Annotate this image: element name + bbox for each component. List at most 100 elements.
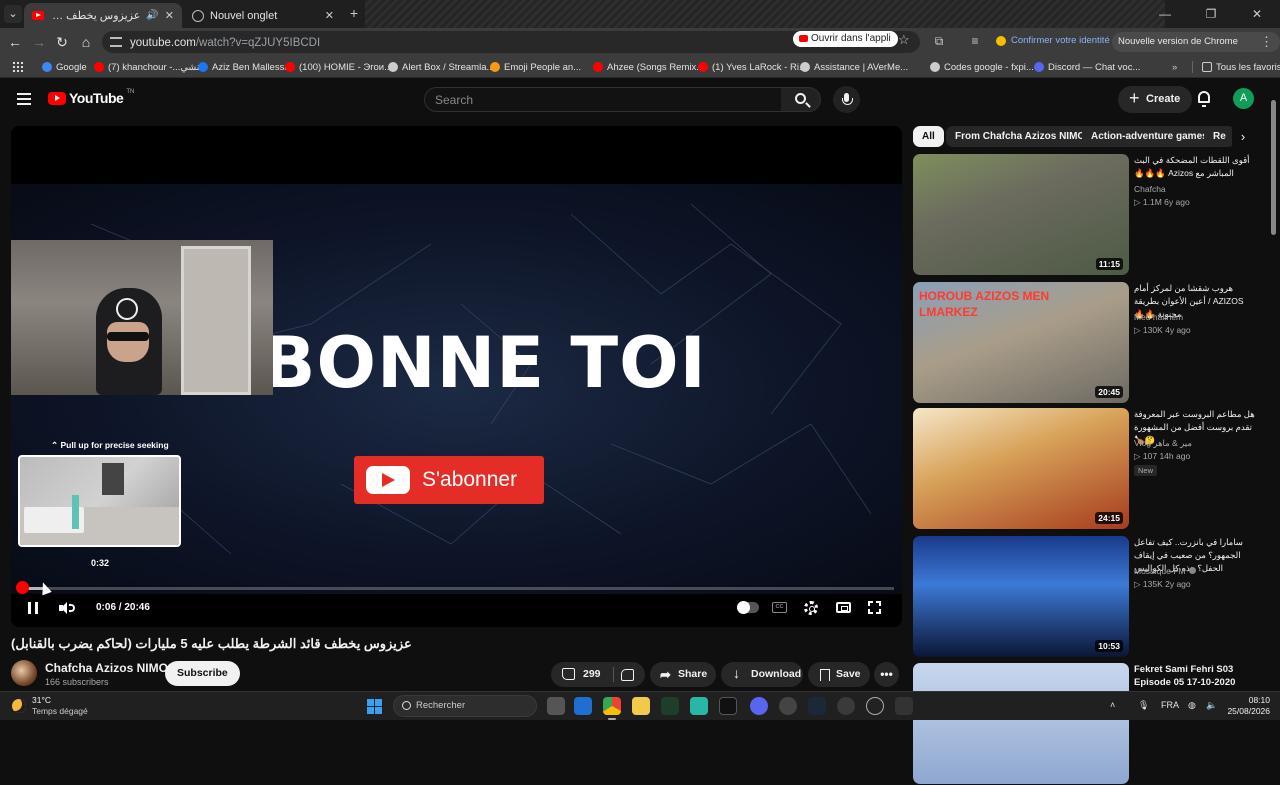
microphone-tray-icon[interactable]: 🎙 [1138,700,1149,711]
scrollbar-thumb[interactable] [1271,100,1276,235]
search-button[interactable] [781,87,821,112]
open-in-app-button[interactable]: Ouvrir dans l'appli [793,31,898,47]
bookmark-item[interactable]: Google [42,60,87,74]
search-input[interactable] [435,88,781,111]
theater-mode-icon[interactable] [836,602,851,613]
maximize-button[interactable]: ❐ [1188,0,1234,28]
captions-icon[interactable]: CC [772,602,787,613]
volume-icon[interactable] [59,602,75,614]
create-button[interactable]: Create [1118,85,1193,113]
media-player-icon[interactable] [866,697,884,715]
chip-from-channel[interactable]: From Chafcha Azizos NIMO [946,126,1095,147]
site-info-icon[interactable] [110,37,122,47]
settings-gear-icon[interactable] [804,601,818,615]
new-chrome-version-button[interactable]: Nouvelle version de Chrome disponible [1112,32,1280,67]
share-button[interactable]: Share [650,662,716,687]
voice-search-icon[interactable] [833,86,860,113]
recommendation-channel[interactable]: Chafcha [1134,184,1166,194]
progress-bar[interactable] [22,587,894,590]
bookmark-item[interactable]: (1) Yves LaRock - Ri... [698,60,807,74]
tray-chevron-icon[interactable]: ˄ [1110,700,1115,710]
discord-icon[interactable] [750,697,768,715]
close-window-button[interactable]: ✕ [1234,0,1280,28]
channel-name[interactable]: Chafcha Azizos NIMO [45,661,168,675]
more-actions-button[interactable]: ••• [874,662,899,687]
recommendation-item[interactable]: 10:53 سامارا في بانزرت.. كيف تفاعل الجمهو… [913,536,1273,658]
app-icon-screen[interactable] [895,697,913,715]
recommendation-thumbnail[interactable] [913,154,1129,275]
recommendation-thumbnail[interactable] [913,536,1129,657]
all-bookmarks-button[interactable]: Tous les favoris [1202,60,1280,74]
task-view-icon[interactable] [547,697,565,715]
steam-icon[interactable] [808,697,826,715]
recommendation-item[interactable]: HOROUB AZIZOS MEN LMARKEZ 20:45 هروب شقشا … [913,282,1273,404]
save-button[interactable]: Save [808,662,870,687]
chrome-icon[interactable] [603,697,621,720]
recommendation-item[interactable]: 11:15 أقوى اللقطات المضحكة في البث المباش… [913,154,1273,276]
network-icon[interactable]: ◍ [1188,700,1196,711]
close-tab-icon[interactable]: ✕ [325,9,334,22]
fullscreen-icon[interactable] [868,601,881,614]
file-explorer-icon[interactable] [632,697,650,715]
scrubber-handle[interactable] [16,581,29,594]
recommendation-title[interactable]: أقوى اللقطات المضحكة في البث المباشر مع … [1134,154,1256,180]
speaker-icon[interactable]: 🔊 [146,10,158,21]
account-avatar[interactable]: A [1233,88,1254,109]
recommendation-thumbnail[interactable] [913,663,1129,784]
recommendation-channel[interactable]: Vlog مير & ماهر [1134,438,1192,449]
new-tab-button[interactable]: + [346,6,362,22]
bookmark-item[interactable]: Codes google - fxpi... [930,60,1034,74]
tab-new-tab[interactable]: Nouvel onglet ✕ [184,3,342,28]
edge-icon[interactable] [574,697,592,715]
weather-widget[interactable]: 31°C Temps dégagé [12,695,88,717]
app-icon-teal[interactable] [690,697,708,715]
menu-icon[interactable] [17,93,31,105]
app-icon-circle[interactable] [779,697,797,715]
reload-button[interactable]: ↻ [53,33,71,51]
download-button[interactable]: Download [721,661,803,687]
chip-all[interactable]: All [913,126,944,147]
autoplay-toggle[interactable] [737,601,759,614]
language-indicator[interactable]: FRA [1161,700,1179,710]
apps-grid-icon[interactable] [12,61,23,72]
more-bookmarks-icon[interactable]: » [1172,60,1177,74]
subscribe-button[interactable]: Subscribe [165,661,240,686]
forward-button[interactable]: → [30,33,48,51]
bookmark-item[interactable]: Emoji People an... [490,60,581,74]
like-icon[interactable] [562,668,575,680]
tab-youtube-video[interactable]: عزيزوس يخطف قائد الشرطة 🔊 ✕ [24,3,182,28]
bookmark-item[interactable]: Aziz Ben Mallessa [198,60,290,74]
recommendation-item[interactable]: 24:15 هل مطاعم البروست عبر المعروفة تقدم … [913,408,1273,530]
extensions-icon[interactable]: ⧉ [932,34,946,48]
chip-action-adventure[interactable]: Action-adventure games [1082,126,1217,147]
pause-icon[interactable] [28,602,38,614]
page-scrollbar[interactable] [1270,88,1278,688]
like-dislike-group[interactable]: 299 [551,662,645,687]
chip-partial[interactable]: Re [1204,126,1235,147]
youtube-logo[interactable]: YouTube TN [48,89,134,106]
windows-start-icon[interactable] [367,699,382,714]
bookmark-item[interactable]: Assistance | AVerMe... [800,60,908,74]
taskbar-search[interactable]: Rechercher [393,695,537,717]
settings-icon[interactable] [837,697,855,715]
minimize-button[interactable]: — [1142,0,1188,28]
bookmark-item[interactable]: (7) khanchour -...خنشي [94,60,205,74]
home-icon[interactable]: ⌂ [77,33,95,51]
app-icon-green[interactable] [661,697,679,715]
notifications-bell-icon[interactable] [1198,91,1210,107]
bookmark-star-icon[interactable]: ☆ [898,32,910,48]
media-control-icon[interactable]: ≡ [968,34,982,48]
confirm-identity-button[interactable]: Confirmer votre identité [996,35,1110,46]
chrome-menu-icon[interactable]: ⋮ [1260,34,1273,50]
recommendation-thumbnail[interactable] [913,408,1129,529]
dislike-icon[interactable] [621,669,634,681]
bookmark-item[interactable]: Discord — Chat voc... [1034,60,1140,74]
recommendation-channel[interactable]: Mosaique FM [1134,566,1196,576]
bookmark-item[interactable]: (100) HOMIE - Эгои... [285,60,392,74]
app-icon-dark[interactable] [719,697,737,715]
channel-avatar[interactable] [11,660,37,686]
close-tab-icon[interactable]: ✕ [165,9,174,22]
bookmark-item[interactable]: Ahzee (Songs Remix... [593,60,704,74]
recommendation-item[interactable]: Fekret Sami Fehri S03 Episode 05 17-10-2… [913,663,1273,785]
recommendation-channel[interactable]: Med haithem [1134,312,1183,322]
